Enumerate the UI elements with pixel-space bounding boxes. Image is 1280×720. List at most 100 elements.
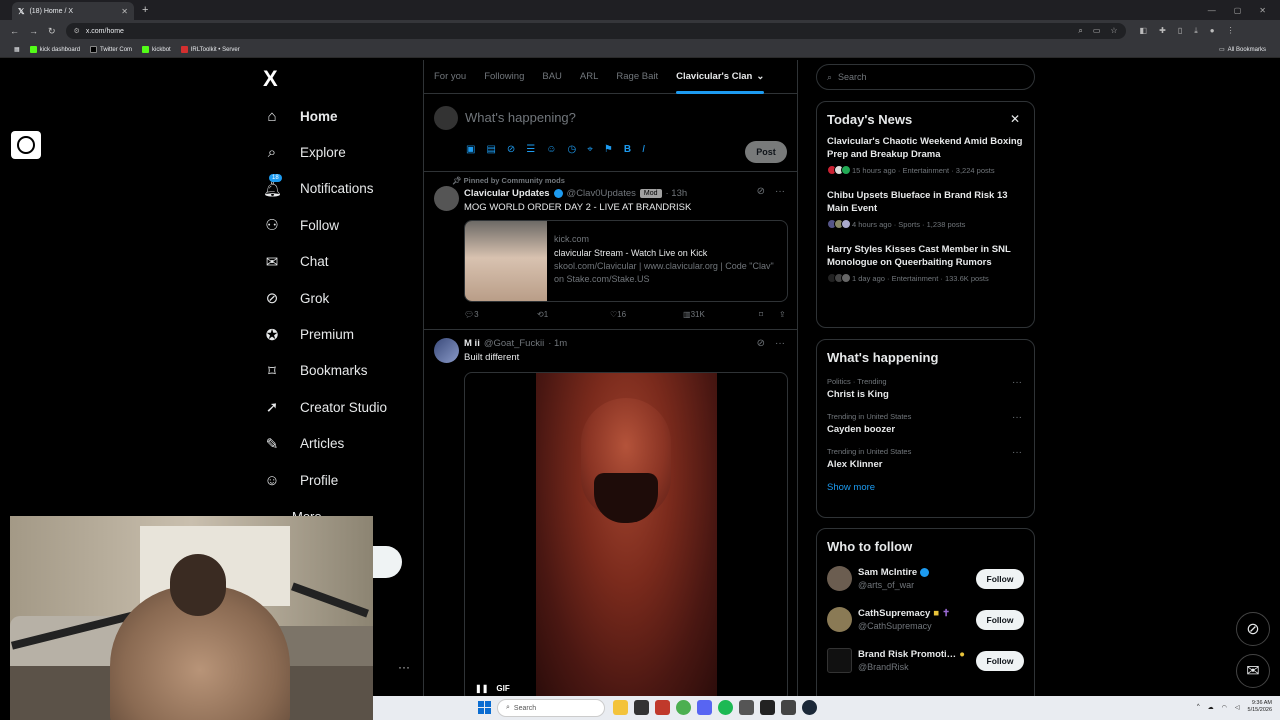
more-icon[interactable]: ···: [1012, 447, 1022, 458]
news-item[interactable]: Clavicular's Chaotic Weekend Amid Boxing…: [827, 135, 1024, 175]
show-more-link[interactable]: Show more: [827, 482, 1024, 493]
tweet-time[interactable]: · 13h: [666, 188, 688, 199]
author-name[interactable]: Clavicular Updates: [464, 188, 550, 199]
steam-icon[interactable]: [802, 700, 817, 715]
download-icon[interactable]: ⤓: [1194, 26, 1198, 36]
grok-icon[interactable]: ⊘: [757, 186, 765, 197]
image-icon[interactable]: ▣: [466, 144, 475, 155]
tweet-time[interactable]: · 1m: [548, 338, 567, 349]
location-icon[interactable]: ⌖: [587, 144, 593, 155]
trend-item[interactable]: Trending in United States Alex Klinner ·…: [827, 447, 1024, 470]
avatar[interactable]: [434, 186, 459, 211]
pause-icon[interactable]: ❚❚: [475, 684, 488, 693]
back-icon[interactable]: ←: [10, 26, 19, 37]
taskbar-search[interactable]: ⌕ Search: [497, 699, 605, 717]
tab-for-you[interactable]: For you: [434, 60, 466, 94]
bookmark-twitter-com[interactable]: Twitter Com: [90, 46, 132, 53]
grok-icon[interactable]: ⊘: [757, 338, 765, 349]
nav-chat[interactable]: ✉ Chat: [255, 244, 423, 280]
nav-follow[interactable]: ⚇ Follow: [255, 207, 423, 243]
windows-start-icon[interactable]: [478, 701, 491, 714]
url-input[interactable]: ⚙ x.com/home ⌕ ▭ ☆: [65, 23, 1126, 39]
account-menu-icon[interactable]: ···: [398, 660, 410, 674]
app-icon[interactable]: [655, 700, 670, 715]
browser-tab[interactable]: 𝕏 (18) Home / X ✕: [12, 2, 134, 20]
star-icon[interactable]: ☆: [1110, 26, 1117, 36]
search-input[interactable]: ⌕ Search: [816, 64, 1035, 90]
follow-suggestion[interactable]: CathSupremacy ■ ✝ @CathSupremacy Follow: [827, 607, 1024, 632]
link-card[interactable]: kick.com clavicular Stream - Watch Live …: [464, 220, 788, 302]
bookmark-kickbot[interactable]: kickbot: [142, 46, 171, 53]
reload-icon[interactable]: ↻: [48, 26, 56, 37]
more-icon[interactable]: ···: [1012, 377, 1022, 388]
bold-icon[interactable]: B: [624, 144, 631, 155]
nav-explore[interactable]: ⌕ Explore: [255, 134, 423, 170]
follow-button[interactable]: Follow: [976, 609, 1024, 630]
nav-home[interactable]: ⌂ Home: [255, 98, 423, 134]
close-icon[interactable]: ✕: [1010, 112, 1020, 126]
repost-button[interactable]: ⟲ 1: [537, 310, 610, 319]
news-item[interactable]: Harry Styles Kisses Cast Member in SNL M…: [827, 243, 1024, 283]
window-close-icon[interactable]: ✕: [1259, 6, 1266, 15]
nav-grok[interactable]: ⊘ Grok: [255, 280, 423, 316]
chrome-icon[interactable]: [676, 700, 691, 715]
extension-icon[interactable]: ◧: [1140, 26, 1148, 36]
avatar[interactable]: [434, 338, 459, 363]
avatar[interactable]: [827, 607, 852, 632]
terminal-icon[interactable]: [760, 700, 775, 715]
chevron-up-icon[interactable]: ^: [1197, 704, 1200, 710]
volume-icon[interactable]: ◁: [1235, 704, 1240, 711]
nav-notifications[interactable]: 🔔︎ 18 Notifications: [255, 171, 423, 207]
nav-articles[interactable]: ✎ Articles: [255, 426, 423, 462]
trend-item[interactable]: Trending in United States Cayden boozer …: [827, 412, 1024, 435]
tab-bau[interactable]: BAU: [542, 60, 562, 94]
news-item[interactable]: Chibu Upsets Blueface in Brand Risk 13 M…: [827, 189, 1024, 229]
minimize-icon[interactable]: —: [1208, 6, 1216, 15]
spotify-icon[interactable]: [718, 700, 733, 715]
emoji-icon[interactable]: ☺: [546, 144, 556, 155]
nav-bookmarks[interactable]: ⌑ Bookmarks: [255, 353, 423, 389]
maximize-icon[interactable]: ▢: [1234, 6, 1242, 15]
share-icon[interactable]: ⇪: [779, 310, 786, 319]
wifi-icon[interactable]: ◠: [1222, 704, 1227, 711]
discord-icon[interactable]: [697, 700, 712, 715]
new-tab-icon[interactable]: +: [142, 4, 148, 16]
nav-profile[interactable]: ☺ Profile: [255, 462, 423, 498]
clock[interactable]: 9:36 AM 5/15/2026: [1248, 700, 1272, 714]
follow-suggestion[interactable]: Brand Risk Promoti… ● @BrandRisk Follow: [827, 648, 1024, 673]
cloud-icon[interactable]: ☁: [1208, 704, 1214, 711]
puzzle-icon[interactable]: ✚: [1159, 26, 1166, 36]
profile-avatar-icon[interactable]: ●: [1210, 26, 1215, 36]
grok-floating-button[interactable]: ⊘: [1236, 612, 1270, 646]
grok-icon[interactable]: ⊘: [507, 144, 515, 155]
nav-premium[interactable]: ✪ Premium: [255, 316, 423, 352]
more-icon[interactable]: ···: [775, 186, 785, 197]
like-button[interactable]: ♡ 16: [610, 310, 683, 319]
post-button[interactable]: Post: [745, 141, 787, 163]
gif-icon[interactable]: ▤: [486, 144, 495, 155]
gif-media[interactable]: ❚❚ GIF: [464, 372, 788, 702]
site-info-icon[interactable]: ⚙: [74, 27, 80, 35]
cast-icon[interactable]: ▭: [1093, 26, 1101, 36]
app-icon[interactable]: [739, 700, 754, 715]
more-icon[interactable]: ···: [1012, 412, 1022, 423]
x-logo[interactable]: X: [263, 66, 423, 98]
messages-floating-button[interactable]: ✉: [1236, 654, 1270, 688]
follow-button[interactable]: Follow: [976, 568, 1024, 589]
compose-input[interactable]: What's happening?: [465, 110, 576, 125]
flag-icon[interactable]: ⚑: [604, 144, 613, 155]
forward-icon[interactable]: →: [29, 26, 38, 37]
apps-icon[interactable]: ▦: [14, 46, 20, 53]
views-button[interactable]: ▥ 31K: [683, 310, 759, 319]
lens-widget-icon[interactable]: [11, 131, 41, 159]
bookmark-icon[interactable]: ⌑: [759, 310, 779, 319]
sidepanel-icon[interactable]: ▯: [1178, 26, 1182, 36]
file-explorer-icon[interactable]: [613, 700, 628, 715]
italic-icon[interactable]: I: [642, 144, 645, 155]
menu-icon[interactable]: ⋮: [1227, 26, 1235, 36]
avatar[interactable]: [827, 648, 852, 673]
follow-button[interactable]: Follow: [976, 650, 1024, 671]
reply-button[interactable]: 💬︎ 3: [464, 310, 537, 319]
trend-item[interactable]: Politics · Trending Christ is King ···: [827, 377, 1024, 400]
all-bookmarks[interactable]: ▭ All Bookmarks: [1219, 46, 1266, 54]
